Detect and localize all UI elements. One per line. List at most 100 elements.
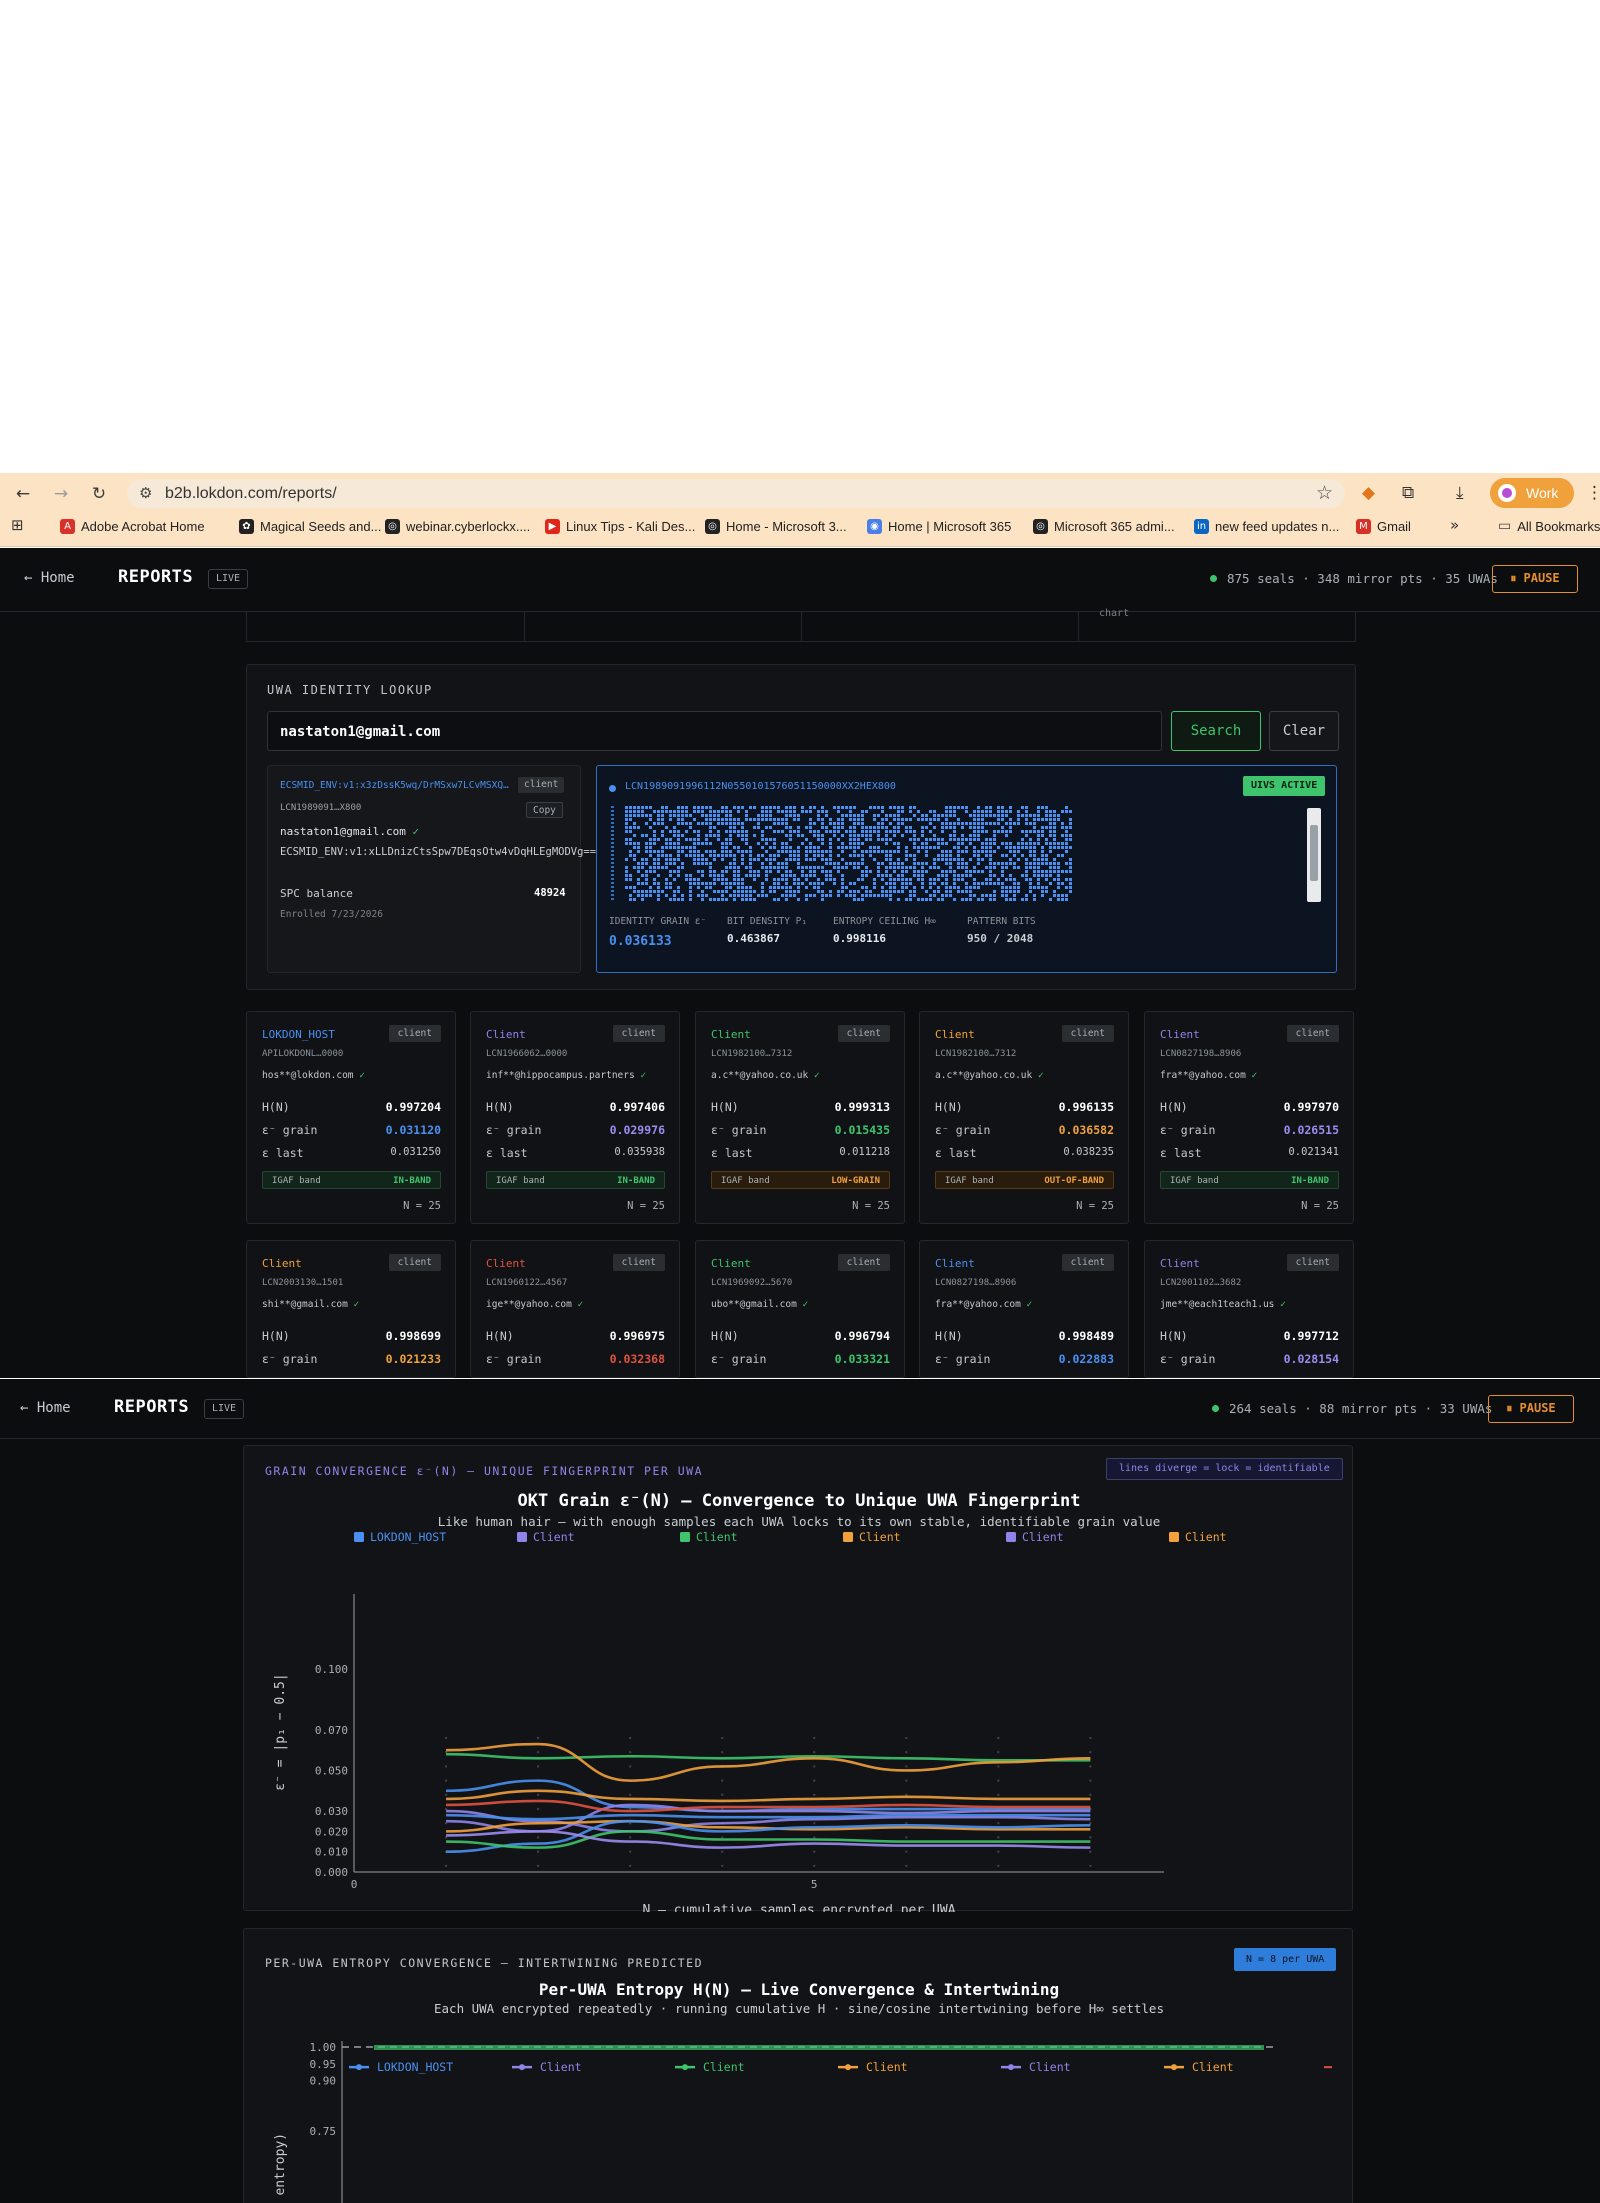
pattern-bit	[649, 814, 652, 817]
bookmark-item[interactable]: A Adobe Acrobat Home	[60, 516, 205, 536]
uwa-card[interactable]: Client client LCN0827198…8906 fra**@yahoo.c…	[919, 1240, 1129, 1378]
legend-label[interactable]: Client	[540, 2060, 582, 2074]
bookmark-item[interactable]: ◉ Home | Microsoft 365	[867, 516, 1011, 536]
uwa-card[interactable]: Client client LCN0827198…8906 fra**@yahoo.c…	[1144, 1011, 1354, 1224]
legend-label[interactable]: Client	[1185, 1530, 1227, 1544]
legend-label[interactable]: Client	[1029, 2060, 1071, 2074]
metric-value: 0.035938	[614, 1146, 665, 1158]
pattern-bit	[825, 858, 828, 861]
pattern-bit	[825, 870, 828, 873]
bookmark-item[interactable]: ▶ Linux Tips - Kali Des...	[545, 516, 695, 536]
magical-seeds-icon: ✿	[239, 518, 254, 534]
pattern-bit	[681, 810, 684, 813]
pattern-bit	[677, 874, 680, 877]
legend-label[interactable]: LOKDON_HOST	[370, 1530, 446, 1544]
pause-button[interactable]: ⏸ PAUSE	[1488, 1395, 1574, 1423]
row-marker	[611, 834, 614, 836]
pattern-bit	[1069, 878, 1072, 881]
all-bookmarks[interactable]: ▭ All Bookmarks	[1498, 516, 1600, 536]
uwa-card[interactable]: Client client LCN2001102…3682 jme**@each1te…	[1144, 1240, 1354, 1378]
pattern-bit	[957, 846, 960, 849]
legend-label[interactable]: Client	[1192, 2060, 1234, 2074]
apps-grid-icon[interactable]: ⊞	[11, 514, 24, 536]
scrollbar-thumb[interactable]	[1310, 825, 1318, 881]
sample-count: N = 25	[1076, 1200, 1114, 1212]
pattern-bit	[1009, 822, 1012, 825]
profile-button[interactable]: Work	[1490, 478, 1574, 508]
pattern-bit	[665, 866, 668, 869]
pattern-bit	[725, 866, 728, 869]
forward-icon[interactable]: →	[50, 483, 72, 505]
pattern-bit	[989, 806, 992, 809]
address-bar[interactable]: ⚙ b2b.lokdon.com/reports/ ☆	[127, 479, 1345, 508]
uwa-card[interactable]: Client client LCN2003130…1501 shi**@gmail.c…	[246, 1240, 456, 1378]
more-bookmarks-icon[interactable]: »	[1450, 514, 1459, 536]
uwa-card[interactable]: Client client LCN1969092…5670 ubo**@gmail.c…	[695, 1240, 905, 1378]
pattern-bit	[853, 866, 856, 869]
bookmark-item[interactable]: ✿ Magical Seeds and...	[239, 516, 381, 536]
uwa-card[interactable]: Client client LCN1982100…7312 a.c**@yahoo.c…	[919, 1011, 1129, 1224]
metamask-icon[interactable]: ◆	[1362, 482, 1375, 504]
legend-label[interactable]: Client	[866, 2060, 908, 2074]
reload-icon[interactable]: ↻	[88, 483, 110, 505]
legend-label[interactable]: Client	[533, 1530, 575, 1544]
menu-icon[interactable]: ⋮	[1586, 482, 1600, 504]
copy-button[interactable]: Copy	[526, 802, 563, 818]
extensions-icon[interactable]: ⧉	[1402, 482, 1414, 504]
home-link[interactable]: ← Home	[24, 570, 75, 586]
legend-label[interactable]: Client	[703, 2060, 745, 2074]
uwa-card[interactable]: Client client LCN1966062…0000 inf**@hippoca…	[470, 1011, 680, 1224]
pattern-bit	[1069, 882, 1072, 885]
pattern-bit	[805, 878, 808, 881]
pattern-bit	[865, 886, 868, 889]
pattern-bit	[853, 846, 856, 849]
site-settings-icon[interactable]: ⚙	[139, 484, 152, 502]
pattern-bit	[813, 866, 816, 869]
pattern-bit	[929, 894, 932, 897]
sample-dot	[720, 1779, 724, 1782]
clear-button[interactable]: Clear	[1269, 711, 1339, 751]
uwa-card[interactable]: Client client LCN1960122…4567 ige**@yahoo.c…	[470, 1240, 680, 1378]
chart-subtitle: Each UWA encrypted repeatedly · running …	[434, 2001, 1164, 2016]
bookmark-item[interactable]: in new feed updates n...	[1194, 516, 1339, 536]
legend-label[interactable]: LOKDON_HOST	[377, 2060, 453, 2074]
pattern-bit	[733, 882, 736, 885]
search-button[interactable]: Search	[1171, 711, 1261, 751]
sample-dot	[536, 1750, 540, 1754]
pattern-bit	[721, 850, 724, 853]
home-link[interactable]: ← Home	[20, 1400, 71, 1416]
bookmark-item[interactable]: ◎ Microsoft 365 admi...	[1033, 516, 1175, 536]
pattern-bit	[945, 806, 948, 809]
legend-marker	[845, 2064, 851, 2071]
pattern-bit	[849, 842, 852, 845]
pause-button[interactable]: ⏸ PAUSE	[1492, 565, 1578, 593]
pattern-bit	[821, 834, 824, 837]
pattern-scrollbar[interactable]	[1307, 808, 1321, 902]
uwa-card[interactable]: Client client LCN1982100…7312 a.c**@yahoo.c…	[695, 1011, 905, 1224]
legend-label[interactable]: Client	[696, 1530, 738, 1544]
pattern-bit	[833, 806, 836, 809]
legend-label[interactable]: Client	[859, 1530, 901, 1544]
search-input[interactable]: nastaton1@gmail.com	[267, 711, 1162, 751]
bookmark-star-icon[interactable]: ☆	[1316, 482, 1333, 504]
bookmark-item[interactable]: ◎ webinar.cyberlockx....	[385, 516, 530, 536]
uwa-metric-row: H(N) 0.996794	[711, 1329, 890, 1345]
pattern-bit	[637, 894, 640, 897]
pattern-bit	[1065, 838, 1068, 841]
pattern-bit	[705, 806, 708, 809]
pattern-bit	[921, 886, 924, 889]
uwa-card[interactable]: LOKDON_HOST client APILOKDONL…0000 hos**@lo…	[246, 1011, 456, 1224]
pattern-bit	[717, 890, 720, 893]
bookmark-item[interactable]: ◎ Home - Microsoft 3...	[705, 516, 847, 536]
pattern-bit	[705, 858, 708, 861]
pattern-bit	[957, 838, 960, 841]
pattern-bit	[945, 822, 948, 825]
pattern-bit	[1017, 882, 1020, 885]
back-icon[interactable]: ←	[12, 483, 34, 505]
bookmark-item[interactable]: M Gmail	[1356, 516, 1411, 536]
pattern-bit	[649, 818, 652, 821]
pattern-bit	[945, 882, 948, 885]
download-icon[interactable]: ⤓	[1456, 482, 1464, 504]
legend-label[interactable]: Client	[1022, 1530, 1064, 1544]
pattern-bit	[781, 846, 784, 849]
